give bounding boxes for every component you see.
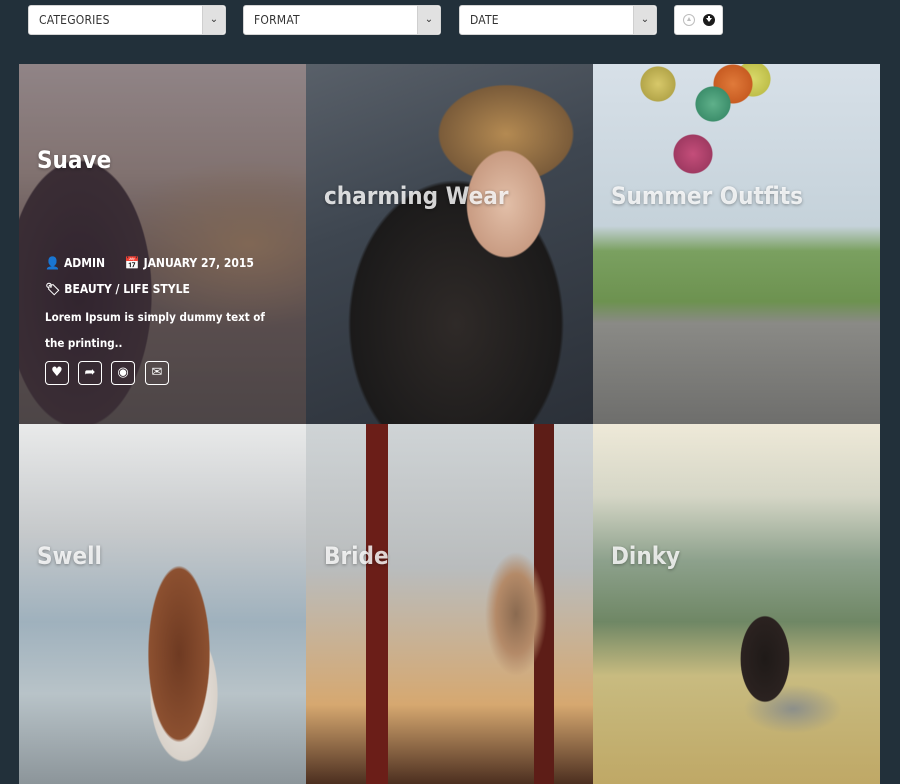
chevron-down-icon[interactable]: ⌄ bbox=[202, 6, 225, 34]
post-image bbox=[593, 424, 880, 784]
post-tile-summer-outfits[interactable]: Summer Outfits bbox=[593, 64, 880, 424]
post-tile-suave[interactable]: Suave 👤 ADMIN 📅 JANUARY 27, 2015 🏷 BEAUTY /… bbox=[19, 64, 306, 424]
post-title[interactable]: Suave bbox=[37, 146, 111, 174]
sort-descending-icon[interactable] bbox=[703, 14, 715, 26]
post-excerpt: Lorem Ipsum is simply dummy text of the … bbox=[45, 310, 265, 350]
post-image bbox=[593, 64, 880, 424]
chevron-down-icon[interactable]: ⌄ bbox=[417, 6, 440, 34]
sort-ascending-icon[interactable] bbox=[683, 14, 695, 26]
eye-icon[interactable]: ◉ bbox=[111, 361, 135, 385]
chevron-down-icon[interactable]: ⌄ bbox=[633, 6, 656, 34]
envelope-icon[interactable]: ✉ bbox=[145, 361, 169, 385]
user-icon: 👤 bbox=[45, 256, 60, 270]
date-label: DATE bbox=[470, 13, 499, 27]
tags-icon: 🏷 bbox=[45, 282, 61, 296]
categories-label: CATEGORIES bbox=[39, 13, 110, 27]
post-image bbox=[306, 64, 593, 424]
post-title[interactable]: Dinky bbox=[611, 542, 680, 570]
filter-bar: CATEGORIES ⌄ FORMAT ⌄ DATE ⌄ bbox=[0, 5, 900, 35]
format-label: FORMAT bbox=[254, 13, 300, 27]
format-select[interactable]: FORMAT ⌄ bbox=[243, 5, 441, 35]
post-image bbox=[19, 424, 306, 784]
categories-select[interactable]: CATEGORIES ⌄ bbox=[28, 5, 226, 35]
post-author[interactable]: ADMIN bbox=[64, 256, 105, 270]
post-title[interactable]: charming Wear bbox=[324, 182, 508, 210]
post-tile-swell[interactable]: Swell bbox=[19, 424, 306, 784]
post-meta-author-date: 👤 ADMIN 📅 JANUARY 27, 2015 bbox=[45, 256, 254, 270]
post-categories[interactable]: BEAUTY / LIFE STYLE bbox=[64, 282, 190, 296]
post-date: JANUARY 27, 2015 bbox=[143, 256, 254, 270]
heart-icon[interactable]: ♥ bbox=[45, 361, 69, 385]
post-image bbox=[306, 424, 593, 784]
sort-order-toggle[interactable] bbox=[674, 5, 723, 35]
post-meta-categories: 🏷 BEAUTY / LIFE STYLE bbox=[45, 282, 190, 296]
post-tile-dinky[interactable]: Dinky bbox=[593, 424, 880, 784]
post-tile-bride[interactable]: Bride bbox=[306, 424, 593, 784]
post-grid: Suave 👤 ADMIN 📅 JANUARY 27, 2015 🏷 BEAUTY /… bbox=[19, 64, 880, 784]
post-title[interactable]: Swell bbox=[37, 542, 102, 570]
post-tile-charming-wear[interactable]: charming Wear bbox=[306, 64, 593, 424]
date-select[interactable]: DATE ⌄ bbox=[459, 5, 657, 35]
share-icon[interactable]: ➦ bbox=[78, 361, 102, 385]
post-title[interactable]: Bride bbox=[324, 542, 389, 570]
post-title[interactable]: Summer Outfits bbox=[611, 182, 803, 210]
calendar-icon: 📅 bbox=[124, 256, 140, 270]
